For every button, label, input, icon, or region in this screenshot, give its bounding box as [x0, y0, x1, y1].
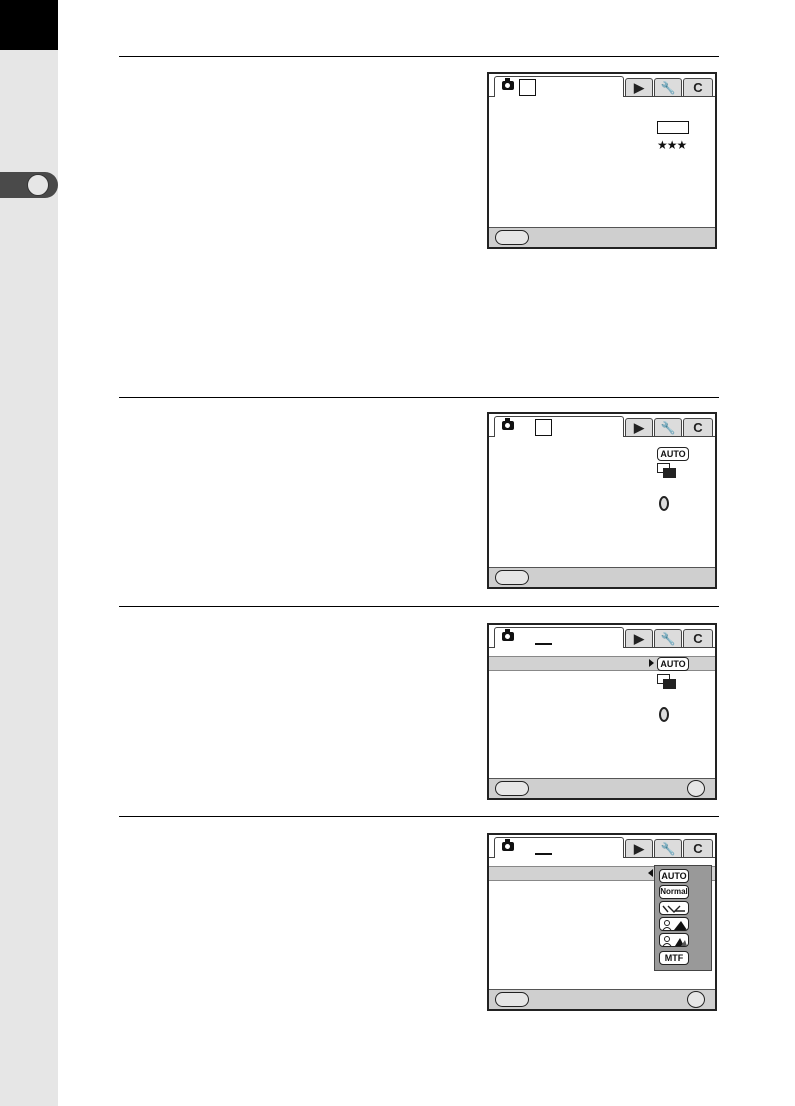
option-popup: AUTO Normal MTF	[654, 865, 712, 971]
play-icon: ▶	[634, 419, 644, 435]
menu-button-icon[interactable]	[495, 570, 529, 585]
tab-capture[interactable]	[494, 837, 624, 858]
tab-custom[interactable]: C	[683, 839, 713, 857]
option-portrait-landscape-icon[interactable]	[659, 917, 689, 931]
play-icon: ▶	[634, 630, 644, 646]
menu-footer	[489, 989, 715, 1009]
wrench-icon: 🔧	[660, 841, 676, 856]
menu-button-icon[interactable]	[495, 230, 529, 245]
menu-page-indicator	[535, 853, 552, 855]
wrench-icon: 🔧	[660, 631, 676, 646]
option-mtf[interactable]: MTF	[659, 951, 689, 965]
section-rule-4	[119, 816, 719, 817]
option-normal[interactable]: Normal	[659, 885, 689, 899]
camera-icon	[502, 839, 514, 851]
auto-badge: AUTO	[657, 447, 689, 461]
menu-footer	[489, 227, 715, 247]
option-portrait-landscape-alt-icon[interactable]	[659, 933, 689, 947]
chapter-marker-black	[0, 0, 58, 50]
quality-stars-icon: ★★★	[657, 138, 687, 152]
tab-setup[interactable]: 🔧	[654, 839, 682, 857]
tab-custom[interactable]: C	[683, 629, 713, 647]
auto-badge: AUTO	[657, 657, 689, 671]
menu-tab-row: ▶ 🔧 C	[489, 625, 715, 648]
menu-tab-row: ▶ 🔧 C	[489, 414, 715, 437]
tab-custom-label: C	[693, 841, 703, 856]
menu-body: AUTO Normal MTF	[489, 857, 715, 992]
menu-body: AUTO	[489, 647, 715, 781]
ring-icon	[659, 707, 669, 722]
arrow-left-icon	[648, 869, 653, 877]
menu-screen-1: ▶ 🔧 C ★★★	[487, 72, 717, 249]
tab-setup[interactable]: 🔧	[654, 629, 682, 647]
tab-setup[interactable]: 🔧	[654, 78, 682, 96]
section-rule-3	[119, 606, 719, 607]
tab-capture[interactable]	[494, 627, 624, 648]
menu-button-icon[interactable]	[495, 992, 529, 1007]
menu-page-indicator	[519, 79, 536, 96]
tab-playback[interactable]: ▶	[625, 78, 653, 96]
menu-page-indicator	[535, 419, 552, 436]
menu-button-icon[interactable]	[495, 781, 529, 796]
layered-image-icon	[657, 463, 676, 478]
play-icon: ▶	[634, 840, 644, 856]
tab-capture[interactable]	[494, 76, 624, 97]
menu-screen-3: ▶ 🔧 C AUTO	[487, 623, 717, 800]
play-icon: ▶	[634, 79, 644, 95]
tab-custom[interactable]: C	[683, 78, 713, 96]
page-sidebar	[0, 0, 58, 1106]
tab-playback[interactable]: ▶	[625, 418, 653, 436]
ok-button-icon[interactable]	[687, 991, 705, 1008]
setting-value-box	[657, 121, 689, 134]
tab-custom-label: C	[693, 80, 703, 95]
menu-body: ★★★	[489, 96, 715, 230]
camera-icon	[502, 78, 514, 90]
tab-playback[interactable]: ▶	[625, 629, 653, 647]
menu-page-indicator	[535, 643, 552, 645]
menu-footer	[489, 778, 715, 798]
option-picture-icon-1[interactable]	[659, 901, 689, 915]
menu-screen-2: ▶ 🔧 C AUTO	[487, 412, 717, 589]
tab-custom-label: C	[693, 631, 703, 646]
menu-tab-row: ▶ 🔧 C	[489, 835, 715, 858]
section-rule-1	[119, 56, 719, 57]
tab-custom[interactable]: C	[683, 418, 713, 436]
tab-playback[interactable]: ▶	[625, 839, 653, 857]
ring-icon	[659, 496, 669, 511]
option-auto[interactable]: AUTO	[659, 869, 689, 883]
section-rule-2	[119, 397, 719, 398]
wrench-icon: 🔧	[660, 80, 676, 95]
menu-footer	[489, 567, 715, 587]
camera-icon	[502, 629, 514, 641]
tab-setup[interactable]: 🔧	[654, 418, 682, 436]
tab-capture[interactable]	[494, 416, 624, 437]
camera-icon	[502, 418, 514, 430]
menu-screen-4: ▶ 🔧 C AUTO Normal MTF	[487, 833, 717, 1011]
menu-body: AUTO	[489, 436, 715, 570]
chapter-dot-icon	[27, 174, 49, 196]
arrow-right-icon	[649, 659, 654, 667]
menu-tab-row: ▶ 🔧 C	[489, 74, 715, 97]
tab-custom-label: C	[693, 420, 703, 435]
ok-button-icon[interactable]	[687, 780, 705, 797]
wrench-icon: 🔧	[660, 420, 676, 435]
layered-image-icon	[657, 674, 676, 689]
